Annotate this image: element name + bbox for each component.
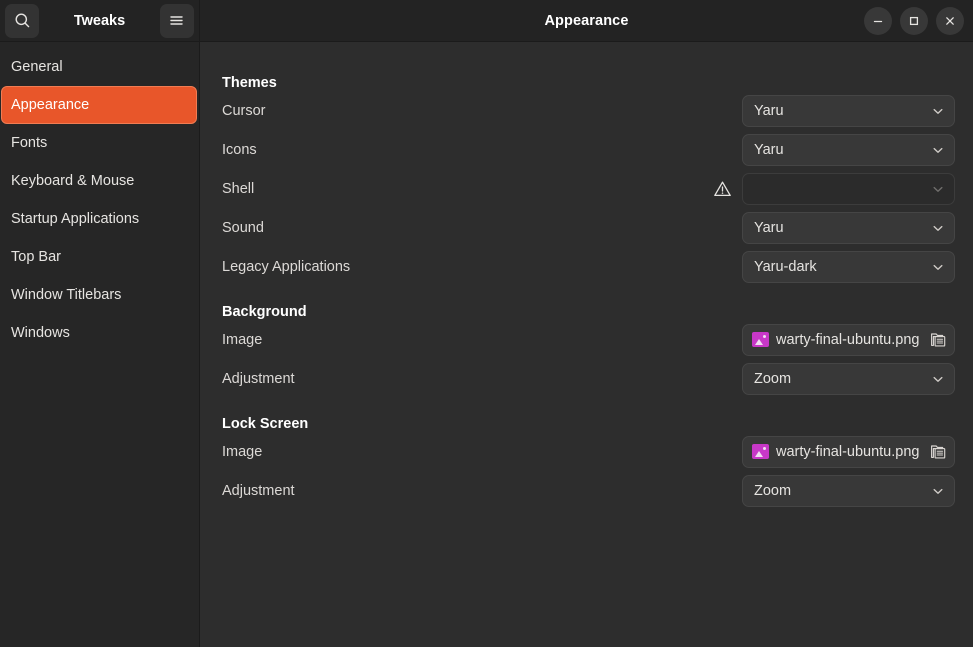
- chevron-down-icon: [931, 221, 945, 235]
- dropdown-value: Yaru: [754, 220, 784, 236]
- group-title-themes: Themes: [200, 75, 973, 91]
- sidebar-item-startup-applications[interactable]: Startup Applications: [1, 200, 197, 238]
- close-button[interactable]: [936, 7, 964, 35]
- chevron-down-icon: [931, 182, 945, 196]
- dropdown-value: Yaru-dark: [754, 259, 817, 275]
- sidebar-item-keyboard-mouse[interactable]: Keyboard & Mouse: [1, 162, 197, 200]
- sidebar-item-top-bar[interactable]: Top Bar: [1, 238, 197, 276]
- settings-row: Adjustment Zoom: [200, 471, 973, 510]
- dropdown-value: Yaru: [754, 142, 784, 158]
- dropdown-shell: [742, 173, 955, 205]
- row-label: Adjustment: [222, 371, 742, 387]
- row-control: Zoom: [742, 475, 955, 507]
- settings-row: Image warty-final-ubuntu.png: [200, 432, 973, 471]
- sidebar-item-label: Appearance: [11, 97, 89, 113]
- row-label: Cursor: [222, 103, 742, 119]
- maximize-button[interactable]: [900, 7, 928, 35]
- sidebar: General Appearance Fonts Keyboard & Mouse St…: [0, 42, 200, 647]
- settings-row: Legacy Applications Yaru-dark: [200, 247, 973, 286]
- sidebar-item-label: General: [11, 59, 63, 75]
- dropdown-legacy-applications[interactable]: Yaru-dark: [742, 251, 955, 283]
- settings-group: Background Image warty-final-ubuntu.png Adj…: [200, 304, 973, 398]
- settings-row: Sound Yaru: [200, 208, 973, 247]
- tweaks-window: Tweaks Appearance: [0, 0, 973, 647]
- open-file-folder-icon: [929, 442, 948, 461]
- file-chooser-button[interactable]: warty-final-ubuntu.png: [742, 324, 955, 356]
- settings-row: Icons Yaru: [200, 130, 973, 169]
- settings-content: Themes Cursor Yaru Icons Yaru Shell Sound Yaru L…: [200, 42, 973, 647]
- row-control: [713, 173, 955, 205]
- row-control: warty-final-ubuntu.png: [742, 324, 955, 356]
- sidebar-item-general[interactable]: General: [1, 48, 197, 86]
- settings-row: Adjustment Zoom: [200, 359, 973, 398]
- image-thumbnail-icon: [752, 444, 769, 459]
- dropdown-value: Zoom: [754, 371, 791, 387]
- row-control: Yaru-dark: [742, 251, 955, 283]
- search-button[interactable]: [5, 4, 39, 38]
- dropdown-adjustment[interactable]: Zoom: [742, 363, 955, 395]
- app-name: Tweaks: [74, 13, 125, 29]
- sidebar-item-label: Keyboard & Mouse: [11, 173, 134, 189]
- row-label: Adjustment: [222, 483, 742, 499]
- header-bar-main-section: Appearance: [200, 0, 973, 41]
- window-controls: [864, 7, 964, 35]
- file-name-label: warty-final-ubuntu.png: [776, 444, 922, 460]
- sidebar-item-fonts[interactable]: Fonts: [1, 124, 197, 162]
- row-control: Yaru: [742, 95, 955, 127]
- file-chooser-button[interactable]: warty-final-ubuntu.png: [742, 436, 955, 468]
- settings-group: Themes Cursor Yaru Icons Yaru Shell Sound Yaru L…: [200, 75, 973, 286]
- row-control: warty-final-ubuntu.png: [742, 436, 955, 468]
- row-label: Sound: [222, 220, 742, 236]
- sidebar-item-windows[interactable]: Windows: [1, 314, 197, 352]
- row-label: Legacy Applications: [222, 259, 742, 275]
- chevron-down-icon: [931, 143, 945, 157]
- dropdown-adjustment[interactable]: Zoom: [742, 475, 955, 507]
- chevron-down-icon: [931, 484, 945, 498]
- settings-group: Lock Screen Image warty-final-ubuntu.png Ad…: [200, 416, 973, 510]
- maximize-icon: [908, 15, 920, 27]
- main-menu-button[interactable]: [160, 4, 194, 38]
- settings-row: Shell: [200, 169, 973, 208]
- minimize-button[interactable]: [864, 7, 892, 35]
- sidebar-item-appearance[interactable]: Appearance: [1, 86, 197, 124]
- row-label: Shell: [222, 181, 713, 197]
- sidebar-item-label: Top Bar: [11, 249, 61, 265]
- group-title-lock-screen: Lock Screen: [200, 416, 973, 432]
- sidebar-item-window-titlebars[interactable]: Window Titlebars: [1, 276, 197, 314]
- window-body: General Appearance Fonts Keyboard & Mouse St…: [0, 42, 973, 647]
- image-thumbnail-icon: [752, 332, 769, 347]
- search-icon: [14, 12, 31, 29]
- page-title: Appearance: [200, 0, 973, 41]
- dropdown-value: Zoom: [754, 483, 791, 499]
- settings-row: Cursor Yaru: [200, 91, 973, 130]
- row-control: Yaru: [742, 212, 955, 244]
- dropdown-icons[interactable]: Yaru: [742, 134, 955, 166]
- row-label: Image: [222, 444, 742, 460]
- row-label: Image: [222, 332, 742, 348]
- file-name-label: warty-final-ubuntu.png: [776, 332, 922, 348]
- open-file-folder-icon: [929, 330, 948, 349]
- sidebar-item-label: Fonts: [11, 135, 47, 151]
- hamburger-menu-icon: [168, 13, 185, 28]
- dropdown-cursor[interactable]: Yaru: [742, 95, 955, 127]
- dropdown-sound[interactable]: Yaru: [742, 212, 955, 244]
- header-bar: Tweaks Appearance: [0, 0, 973, 42]
- dropdown-value: Yaru: [754, 103, 784, 119]
- minimize-icon: [872, 15, 884, 27]
- chevron-down-icon: [931, 372, 945, 386]
- row-control: Yaru: [742, 134, 955, 166]
- close-icon: [944, 15, 956, 27]
- chevron-down-icon: [931, 104, 945, 118]
- header-bar-sidebar-section: Tweaks: [0, 0, 200, 41]
- row-control: Zoom: [742, 363, 955, 395]
- group-title-background: Background: [200, 304, 973, 320]
- row-label: Icons: [222, 142, 742, 158]
- sidebar-item-label: Window Titlebars: [11, 287, 121, 303]
- sidebar-item-label: Windows: [11, 325, 70, 341]
- settings-row: Image warty-final-ubuntu.png: [200, 320, 973, 359]
- chevron-down-icon: [931, 260, 945, 274]
- warning-triangle-icon: [713, 180, 732, 198]
- sidebar-item-label: Startup Applications: [11, 211, 139, 227]
